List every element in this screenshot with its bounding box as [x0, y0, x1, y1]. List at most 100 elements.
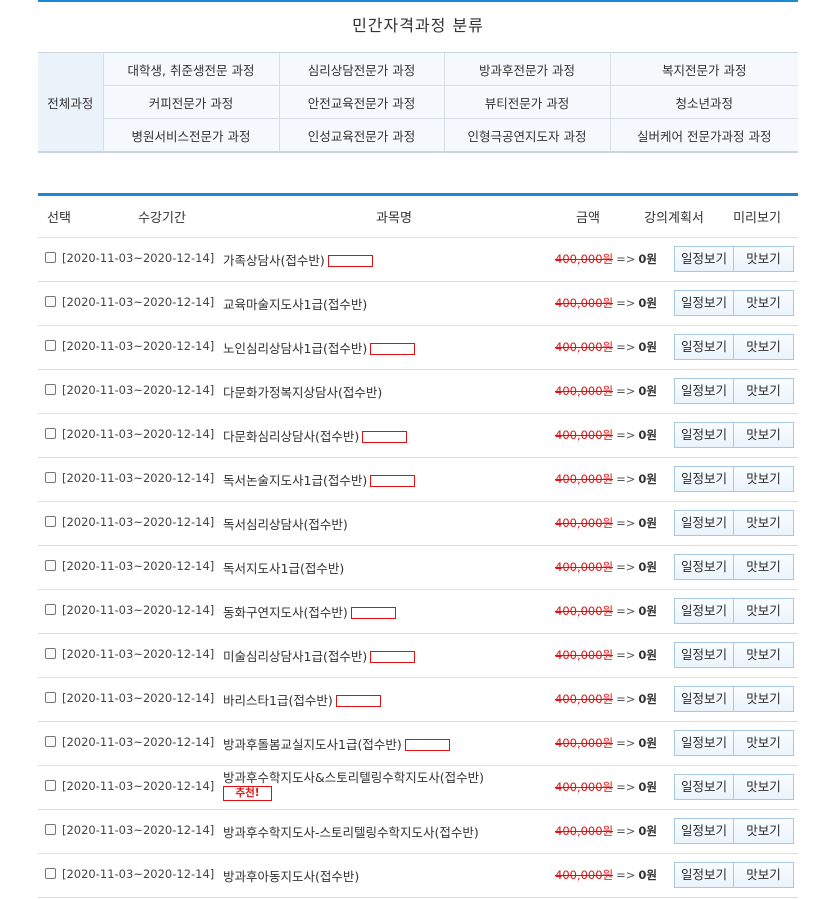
select-checkbox[interactable]: [45, 824, 56, 835]
category-link[interactable]: 인형극공연지도자 과정: [443, 118, 610, 152]
course-name[interactable]: 다문화가정복지상담사(접수반): [223, 385, 382, 400]
sale-price: 0원: [638, 868, 658, 882]
course-name-cell: 방과후돌봄교실지도사1급(접수반): [223, 734, 450, 753]
course-name[interactable]: 방과후수학지도사-스토리텔링수학지도사(접수반): [223, 825, 479, 840]
course-name[interactable]: 다문화심리상담사(접수반): [223, 429, 359, 444]
price-arrow: =>: [616, 736, 636, 750]
original-price: 400,000원: [555, 604, 614, 618]
schedule-button[interactable]: 일정보기: [674, 730, 734, 756]
select-checkbox[interactable]: [45, 780, 56, 791]
preview-button[interactable]: 맛보기: [733, 862, 794, 888]
course-row: [2020-11-03~2020-12-14] 다문화가정복지상담사(접수반) 40…: [38, 370, 798, 414]
annotation-marker: [370, 343, 416, 355]
category-link[interactable]: 청소년과정: [609, 85, 798, 119]
preview-button[interactable]: 맛보기: [733, 774, 794, 800]
price-arrow: =>: [616, 252, 636, 266]
category-link[interactable]: 방과후전문가 과정: [443, 52, 610, 86]
preview-button[interactable]: 맛보기: [733, 642, 794, 668]
category-link[interactable]: 인성교육전문가 과정: [278, 118, 444, 152]
course-name[interactable]: 가족상담사(접수반): [223, 253, 325, 268]
schedule-button[interactable]: 일정보기: [674, 686, 734, 712]
course-name[interactable]: 방과후아동지도사(접수반): [223, 869, 359, 884]
course-period: [2020-11-03~2020-12-14]: [62, 383, 215, 397]
course-name[interactable]: 독서지도사1급(접수반): [223, 561, 344, 576]
select-checkbox[interactable]: [45, 340, 56, 351]
select-checkbox[interactable]: [45, 604, 56, 615]
schedule-button[interactable]: 일정보기: [674, 642, 734, 668]
preview-button[interactable]: 맛보기: [733, 686, 794, 712]
schedule-button[interactable]: 일정보기: [674, 378, 734, 404]
schedule-button[interactable]: 일정보기: [674, 246, 734, 272]
original-price: 400,000원: [555, 340, 614, 354]
annotation-marker: [327, 255, 373, 267]
schedule-button[interactable]: 일정보기: [674, 598, 734, 624]
preview-button[interactable]: 맛보기: [733, 334, 794, 360]
preview-button[interactable]: 맛보기: [733, 290, 794, 316]
course-row: [2020-11-03~2020-12-14] 방과후수학지도사&스토리텔링수학지…: [38, 766, 798, 810]
course-period: [2020-11-03~2020-12-14]: [62, 823, 215, 837]
select-checkbox[interactable]: [45, 472, 56, 483]
price-arrow: =>: [616, 824, 636, 838]
select-checkbox[interactable]: [45, 516, 56, 527]
category-link[interactable]: 대학생, 취준생전문 과정: [102, 52, 279, 86]
preview-button[interactable]: 맛보기: [733, 598, 794, 624]
schedule-button[interactable]: 일정보기: [674, 862, 734, 888]
schedule-button[interactable]: 일정보기: [674, 774, 734, 800]
course-name[interactable]: 독서논술지도사1급(접수반): [223, 473, 367, 488]
preview-button[interactable]: 맛보기: [733, 466, 794, 492]
header-plan: 강의계획서: [644, 211, 704, 226]
preview-button[interactable]: 맛보기: [733, 730, 794, 756]
category-link[interactable]: 안전교육전문가 과정: [278, 85, 444, 119]
preview-button[interactable]: 맛보기: [733, 422, 794, 448]
category-link[interactable]: 병원서비스전문가 과정: [102, 118, 279, 152]
select-checkbox[interactable]: [45, 560, 56, 571]
course-name[interactable]: 노인심리상담사1급(접수반): [223, 341, 367, 356]
schedule-button[interactable]: 일정보기: [674, 334, 734, 360]
schedule-button[interactable]: 일정보기: [674, 422, 734, 448]
category-title: 민간자격과정 분류: [352, 16, 484, 35]
select-checkbox[interactable]: [45, 648, 56, 659]
category-link[interactable]: 실버케어 전문가과정 과정: [609, 118, 798, 152]
select-checkbox[interactable]: [45, 384, 56, 395]
course-name[interactable]: 미술심리상담사1급(접수반): [223, 649, 367, 664]
sale-price: 0원: [638, 296, 658, 310]
sale-price: 0원: [638, 384, 658, 398]
select-checkbox[interactable]: [45, 868, 56, 879]
select-checkbox[interactable]: [45, 736, 56, 747]
course-name[interactable]: 독서심리상담사(접수반): [223, 517, 348, 532]
select-checkbox[interactable]: [45, 296, 56, 307]
course-price: 400,000원 => 0원: [555, 647, 657, 663]
preview-button[interactable]: 맛보기: [733, 554, 794, 580]
schedule-button[interactable]: 일정보기: [674, 554, 734, 580]
schedule-button[interactable]: 일정보기: [674, 510, 734, 536]
annotation-marker: [370, 651, 416, 663]
select-checkbox[interactable]: [45, 428, 56, 439]
course-row: [2020-11-03~2020-12-14] 방과후아동지도사(접수반) 400,…: [38, 854, 798, 898]
course-name[interactable]: 방과후수학지도사&스토리텔링수학지도사(접수반): [223, 770, 484, 785]
course-name[interactable]: 방과후돌봄교실지도사1급(접수반): [223, 737, 402, 752]
category-link[interactable]: 심리상담전문가 과정: [278, 52, 444, 86]
course-name[interactable]: 동화구연지도사(접수반): [223, 605, 348, 620]
course-name-cell: 독서지도사1급(접수반): [223, 558, 344, 577]
schedule-button[interactable]: 일정보기: [674, 818, 734, 844]
preview-button[interactable]: 맛보기: [733, 246, 794, 272]
select-checkbox[interactable]: [45, 252, 56, 263]
category-link[interactable]: 뷰티전문가 과정: [443, 85, 610, 119]
price-arrow: =>: [616, 516, 636, 530]
schedule-button[interactable]: 일정보기: [674, 466, 734, 492]
preview-button[interactable]: 맛보기: [733, 818, 794, 844]
course-name[interactable]: 바리스타1급(접수반): [223, 693, 333, 708]
category-all[interactable]: 전체과정: [38, 52, 103, 153]
sale-price: 0원: [638, 604, 658, 618]
course-period: [2020-11-03~2020-12-14]: [62, 251, 215, 265]
course-price: 400,000원 => 0원: [555, 867, 657, 883]
category-link[interactable]: 커피전문가 과정: [102, 85, 279, 119]
category-link[interactable]: 복지전문가 과정: [609, 52, 798, 86]
preview-button[interactable]: 맛보기: [733, 378, 794, 404]
select-checkbox[interactable]: [45, 692, 56, 703]
original-price: 400,000원: [555, 296, 614, 310]
preview-button[interactable]: 맛보기: [733, 510, 794, 536]
original-price: 400,000원: [555, 648, 614, 662]
schedule-button[interactable]: 일정보기: [674, 290, 734, 316]
course-name[interactable]: 교육마술지도사1급(접수반): [223, 297, 367, 312]
